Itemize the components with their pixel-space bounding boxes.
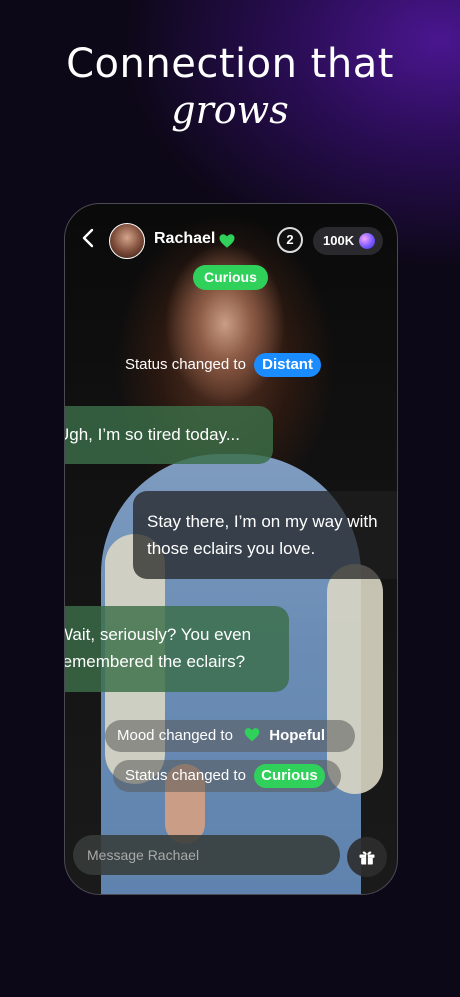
message-input[interactable]: Message Rachael (73, 835, 340, 875)
contact-name[interactable]: Rachael (154, 230, 215, 248)
mood-value: Hopeful (269, 727, 326, 744)
chat-message-user[interactable]: Wait, seriously? You even remembered the… (65, 606, 289, 692)
status-value-badge: Curious (254, 764, 325, 788)
status-change-notice: Status changed to Curious (113, 760, 341, 792)
mood-change-text: Mood changed to (117, 727, 233, 744)
gem-icon (359, 233, 375, 249)
headline: Connection that grows (0, 40, 460, 132)
status-change-text: Status changed to (125, 767, 246, 784)
mood-change-notice: Mood changed to Hopeful (105, 720, 355, 752)
chat-message-user[interactable]: Ugh, I’m so tired today... (65, 406, 273, 464)
avatar[interactable] (109, 223, 145, 259)
status-change-notice: Status changed to Distant (125, 352, 321, 378)
headline-line-1: Connection that (66, 41, 394, 87)
coin-balance[interactable]: 100K (313, 227, 383, 255)
gift-button[interactable] (347, 837, 387, 877)
headline-line-2: grows (171, 88, 289, 132)
background-photo-cardigan (327, 564, 383, 794)
status-value-badge: Distant (254, 353, 321, 377)
heart-icon (243, 722, 261, 742)
level-counter[interactable]: 2 (277, 227, 303, 253)
coin-amount: 100K (323, 233, 355, 248)
status-change-text: Status changed to (125, 356, 246, 373)
gift-icon (359, 851, 375, 865)
heart-icon (218, 232, 236, 250)
phone-mockup: Rachael 2 100K Curious Status changed to… (64, 203, 398, 895)
status-badge: Curious (193, 265, 268, 290)
back-icon[interactable] (81, 228, 101, 252)
chat-message-character[interactable]: Stay there, I’m on my way with those ecl… (133, 491, 397, 579)
